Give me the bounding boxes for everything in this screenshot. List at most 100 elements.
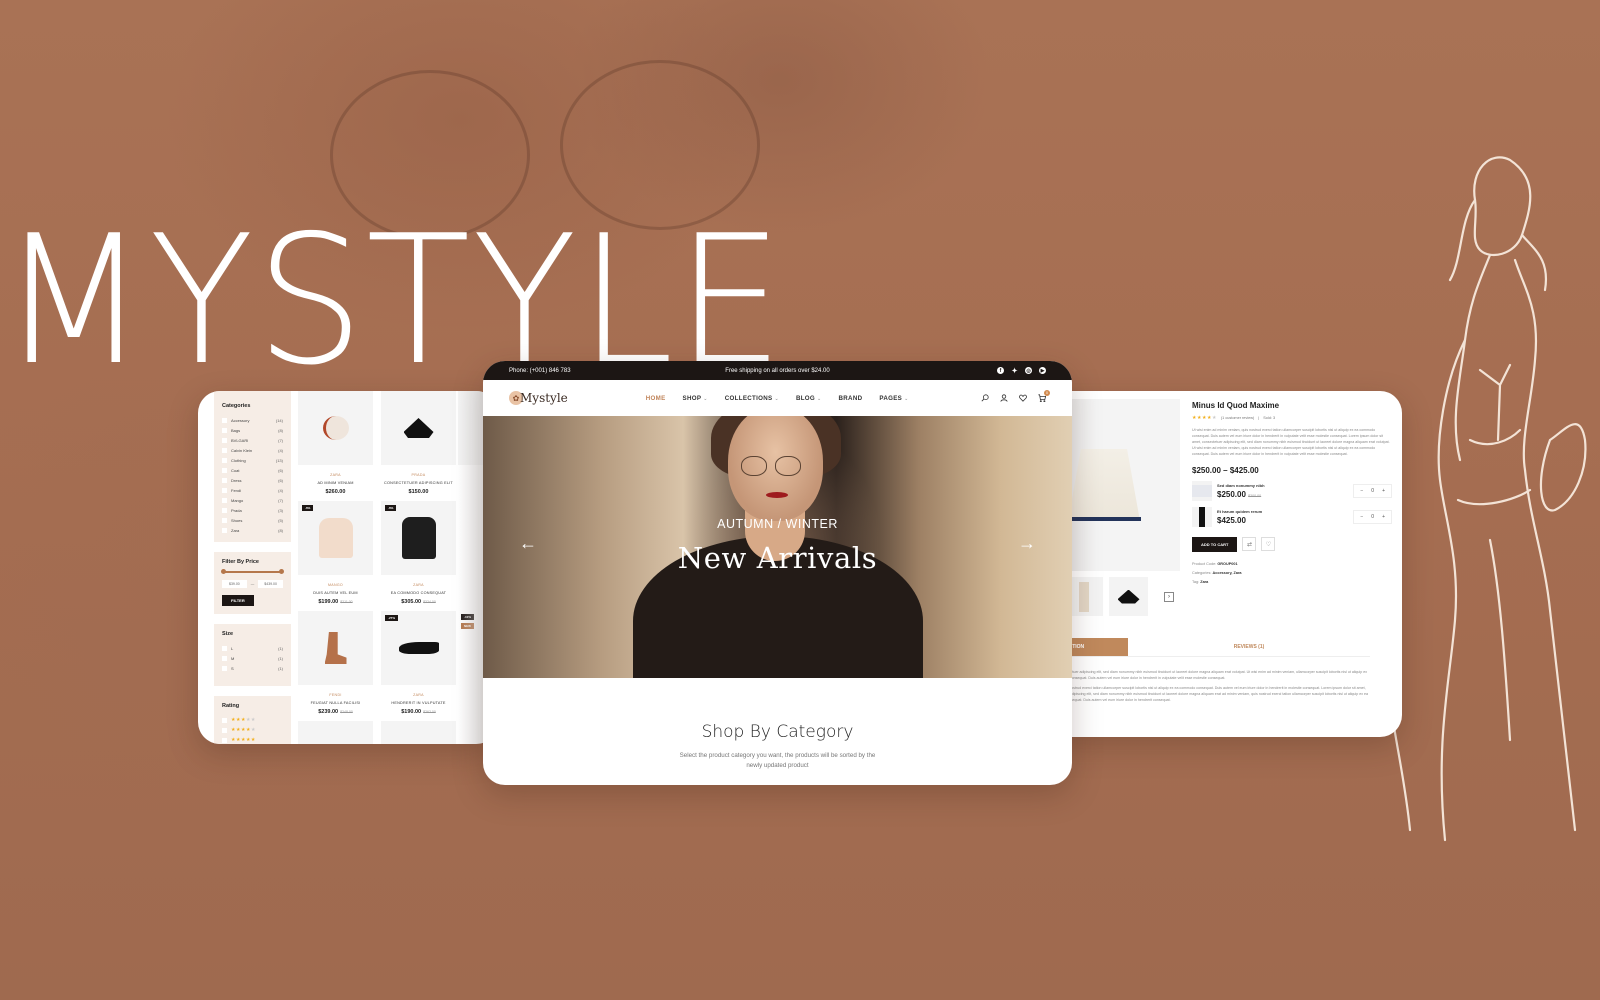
product-card[interactable]: PRADA CONSECTETUER ADIPISCING ELIT $150.00 — [381, 391, 456, 495]
category-checkbox[interactable] — [222, 437, 227, 443]
product-card[interactable]: ZARA AD MINIM VENIAM $260.00 — [298, 391, 373, 495]
filter-button[interactable]: FILTER — [222, 595, 254, 606]
product-image[interactable]: -6% — [381, 501, 456, 575]
wishlist-button[interactable]: ♡ — [1261, 537, 1276, 552]
slider-next-arrow-icon[interactable]: → — [1018, 534, 1036, 552]
nav-item-brand[interactable]: BRAND — [839, 395, 863, 402]
product-tag-link[interactable]: Zara — [1200, 580, 1208, 584]
nav-item-home[interactable]: HOME — [646, 395, 666, 402]
rating-checkbox[interactable] — [222, 727, 227, 733]
product-image[interactable]: -6% — [298, 501, 373, 575]
nav-item-pages[interactable]: PAGES ⌄ — [879, 395, 908, 402]
category-item[interactable]: Mango (7) — [222, 495, 283, 505]
slider-prev-arrow-icon[interactable]: ← — [519, 534, 537, 552]
price-min-input[interactable]: $39.00 — [222, 580, 247, 588]
category-item[interactable]: Shoes (5) — [222, 515, 283, 525]
category-item[interactable]: Clothing (13) — [222, 455, 283, 465]
plus-icon[interactable]: + — [1382, 488, 1385, 494]
quantity-value[interactable]: 0 — [1371, 488, 1374, 494]
gallery-thumb-bag[interactable] — [1109, 577, 1148, 616]
quantity-stepper[interactable]: − 0 + — [1353, 483, 1392, 498]
size-item[interactable]: S (1) — [222, 663, 283, 673]
category-checkbox[interactable] — [222, 417, 227, 423]
category-checkbox[interactable] — [222, 517, 227, 523]
gallery-next-button[interactable]: › — [1164, 591, 1174, 602]
review-count-link[interactable]: (1 customer review) — [1221, 416, 1254, 420]
size-checkbox[interactable] — [222, 665, 227, 671]
product-image[interactable] — [381, 391, 456, 465]
product-image[interactable] — [298, 721, 373, 744]
product-image[interactable] — [298, 391, 373, 465]
product-image[interactable]: -27% — [381, 611, 456, 685]
category-item[interactable]: Fendi (4) — [222, 485, 283, 495]
product-brand[interactable]: ZARA — [381, 583, 456, 587]
product-brand[interactable]: ZARA — [298, 473, 373, 477]
product-card[interactable] — [381, 721, 456, 744]
minus-icon[interactable]: − — [1360, 514, 1363, 520]
grouped-product-thumb[interactable] — [1192, 480, 1212, 501]
grouped-product-thumb[interactable] — [1192, 506, 1212, 527]
rating-checkbox[interactable] — [222, 717, 227, 723]
grouped-product-name[interactable]: Sed diam nonummy nibh — [1217, 483, 1265, 488]
category-checkbox[interactable] — [222, 447, 227, 453]
cart-button[interactable]: 0 — [1038, 390, 1050, 402]
category-item[interactable]: Bags (8) — [222, 425, 283, 435]
product-name[interactable]: DUIS AUTEM VEL EUM — [298, 591, 373, 595]
grouped-product-name[interactable]: Et harum quidem rerum — [1217, 509, 1262, 514]
product-card[interactable]: FENDI FEUGIAT NULLA FACILISI $239.00 $248.0… — [298, 611, 373, 715]
category-item[interactable]: Dress (6) — [222, 475, 283, 485]
product-card[interactable]: -27% ZARA HENDRERIT IN VULPUTATE $190.00 $26… — [381, 611, 456, 715]
facebook-icon[interactable]: f — [997, 367, 1004, 374]
category-checkbox[interactable] — [222, 427, 227, 433]
size-item[interactable]: L (1) — [222, 643, 283, 653]
category-checkbox[interactable] — [222, 457, 227, 463]
size-checkbox[interactable] — [222, 645, 227, 651]
price-range-slider[interactable] — [221, 569, 284, 574]
nav-item-shop[interactable]: SHOP ⌄ — [683, 395, 708, 402]
category-checkbox[interactable] — [222, 487, 227, 493]
instagram-icon[interactable]: ◎ — [1025, 367, 1032, 374]
compare-button[interactable]: ⇄ — [1242, 537, 1257, 552]
price-max-input[interactable]: $439.00 — [258, 580, 283, 588]
category-checkbox[interactable] — [222, 477, 227, 483]
product-brand[interactable]: FENDI — [298, 693, 373, 697]
product-name[interactable]: EA COMMODO CONSEQUAT — [381, 591, 456, 595]
category-item[interactable]: Zara (8) — [222, 525, 283, 535]
product-card[interactable] — [298, 721, 373, 744]
product-card[interactable]: -6% MANGO DUIS AUTEM VEL EUM $199.00 $211.00 — [298, 501, 373, 605]
category-item[interactable]: Accessory (14) — [222, 415, 283, 425]
product-categories-link[interactable]: Accessory, Zara — [1212, 571, 1241, 575]
product-name[interactable]: AD MINIM VENIAM — [298, 481, 373, 485]
category-checkbox[interactable] — [222, 527, 227, 533]
category-item[interactable]: Coat (6) — [222, 465, 283, 475]
category-checkbox[interactable] — [222, 497, 227, 503]
search-icon[interactable] — [981, 394, 989, 402]
category-checkbox[interactable] — [222, 507, 227, 513]
rating-item[interactable]: ★★★★★ — [222, 715, 283, 725]
nav-item-blog[interactable]: BLOG ⌄ — [796, 395, 822, 402]
tab-reviews[interactable]: REVIEWS (1) — [1128, 638, 1370, 656]
user-icon[interactable] — [1000, 394, 1008, 402]
product-brand[interactable]: ZARA — [381, 693, 456, 697]
product-card[interactable]: -6% ZARA EA COMMODO CONSEQUAT $305.00 $324.0… — [381, 501, 456, 605]
rating-item[interactable]: ★★★★★ — [222, 725, 283, 735]
plus-icon[interactable]: + — [1382, 514, 1385, 520]
product-image[interactable] — [381, 721, 456, 744]
category-item[interactable]: BVLGARI (7) — [222, 435, 283, 445]
quantity-stepper[interactable]: − 0 + — [1353, 509, 1392, 524]
youtube-icon[interactable]: ▶ — [1039, 367, 1046, 374]
category-item[interactable]: Prada (3) — [222, 505, 283, 515]
product-brand[interactable]: PRADA — [381, 473, 456, 477]
size-checkbox[interactable] — [222, 655, 227, 661]
rating-item[interactable]: ★★★★★ — [222, 735, 283, 744]
quantity-value[interactable]: 0 — [1371, 514, 1374, 520]
category-checkbox[interactable] — [222, 467, 227, 473]
minus-icon[interactable]: − — [1360, 488, 1363, 494]
nav-item-collections[interactable]: COLLECTIONS ⌄ — [725, 395, 779, 402]
product-image[interactable] — [298, 611, 373, 685]
product-name[interactable]: FEUGIAT NULLA FACILISI — [298, 701, 373, 705]
twitter-icon[interactable]: ✦ — [1011, 367, 1018, 375]
rating-checkbox[interactable] — [222, 737, 227, 743]
product-brand[interactable]: MANGO — [298, 583, 373, 587]
size-item[interactable]: M (1) — [222, 653, 283, 663]
